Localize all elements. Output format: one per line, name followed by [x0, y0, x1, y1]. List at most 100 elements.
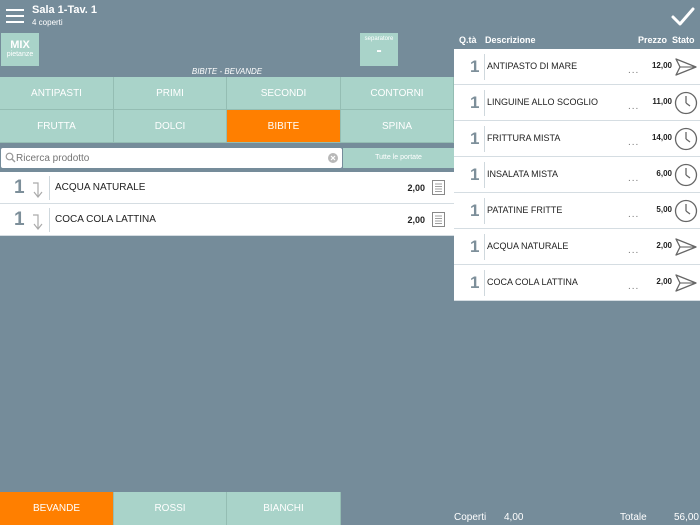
row-divider: [484, 90, 485, 116]
search-input[interactable]: [16, 149, 321, 167]
product-price: 2,00: [407, 183, 425, 193]
more-options-icon[interactable]: ...: [628, 245, 639, 256]
mix-dishes-button[interactable]: MIX pietanze: [1, 33, 39, 66]
product-row[interactable]: 1 ACQUA NATURALE 2,00: [0, 172, 454, 204]
order-header: Q.tà Descrizione Prezzo Stato: [454, 33, 700, 48]
order-list: 1 ANTIPASTO DI MARE... 12,00 1 LINGUINE ALLO…: [454, 49, 700, 301]
more-options-icon[interactable]: ...: [628, 281, 639, 292]
sent-icon: [675, 238, 697, 256]
order-qty: 1: [470, 201, 480, 220]
note-icon[interactable]: [432, 180, 445, 195]
more-options-icon[interactable]: ...: [628, 173, 639, 184]
order-row[interactable]: 1 INSALATA MISTA... 6,00: [454, 157, 700, 193]
order-qty: 1: [470, 237, 480, 256]
tab-rossi[interactable]: ROSSI: [114, 492, 227, 525]
mix-label: MIX: [10, 39, 30, 51]
top-bar: Sala 1-Tav. 1 4 coperti: [0, 0, 700, 33]
order-row[interactable]: 1 ANTIPASTO DI MARE... 12,00: [454, 49, 700, 85]
product-qty: 1: [14, 209, 25, 230]
row-divider: [484, 162, 485, 188]
clock-icon: [674, 199, 698, 223]
category-contorni[interactable]: CONTORNI: [341, 77, 454, 110]
order-item-name: PATATINE FRITTE: [487, 205, 563, 215]
category-title: BIBITE - BEVANDE: [191, 67, 263, 76]
order-qty: 1: [470, 273, 480, 292]
product-name: ACQUA NATURALE: [55, 182, 146, 193]
more-options-icon[interactable]: ...: [628, 209, 639, 220]
add-arrow-icon: [33, 214, 43, 230]
order-header-qty: Q.tà: [459, 35, 477, 45]
category-dolci[interactable]: DOLCI: [114, 110, 227, 143]
product-qty: 1: [14, 177, 25, 198]
order-row[interactable]: 1 LINGUINE ALLO SCOGLIO... 11,00: [454, 85, 700, 121]
course-tabs: BEVANDE ROSSI BIANCHI: [0, 492, 454, 525]
row-divider: [484, 126, 485, 152]
order-qty: 1: [470, 129, 480, 148]
order-item-name: ACQUA NATURALE: [487, 241, 569, 251]
product-price: 2,00: [407, 215, 425, 225]
row-divider: [49, 208, 50, 232]
search-icon: [5, 152, 16, 163]
order-qty: 1: [470, 165, 480, 184]
order-item-price: 11,00: [652, 97, 672, 106]
order-row[interactable]: 1 COCA COLA LATTINA... 2,00: [454, 265, 700, 301]
order-item-price: 5,00: [656, 205, 672, 214]
clock-icon: [674, 91, 698, 115]
sent-icon: [675, 58, 697, 76]
row-divider: [484, 54, 485, 80]
product-list: 1 ACQUA NATURALE 2,00 1 COCA COLA LATTIN…: [0, 172, 454, 236]
hamburger-menu-icon[interactable]: [6, 9, 24, 23]
more-options-icon[interactable]: ...: [628, 137, 639, 148]
table-title: Sala 1-Tav. 1: [32, 4, 98, 16]
category-antipasti[interactable]: ANTIPASTI: [0, 77, 114, 110]
order-item-name: LINGUINE ALLO SCOGLIO: [487, 97, 599, 107]
row-divider: [484, 198, 485, 224]
more-options-icon[interactable]: ...: [628, 101, 639, 112]
clock-icon: [674, 127, 698, 151]
row-divider: [49, 176, 50, 200]
order-row[interactable]: 1 PATATINE FRITTE... 5,00: [454, 193, 700, 229]
covers-label: Coperti: [454, 512, 487, 523]
category-spina[interactable]: SPINA: [341, 110, 454, 143]
order-item-price: 2,00: [656, 241, 672, 250]
clock-icon: [674, 163, 698, 187]
category-primi[interactable]: PRIMI: [114, 77, 227, 110]
category-bibite[interactable]: BIBITE: [227, 110, 341, 143]
covers-value: 4,00: [504, 512, 524, 523]
row-divider: [484, 270, 485, 296]
mix-sublabel: pietanze: [6, 51, 34, 58]
product-name: COCA COLA LATTINA: [55, 214, 156, 225]
tab-bevande[interactable]: BEVANDE: [0, 492, 114, 525]
order-item-price: 2,00: [656, 277, 672, 286]
order-header-price: Prezzo: [638, 35, 668, 45]
order-item-name: INSALATA MISTA: [487, 169, 559, 179]
category-frutta[interactable]: FRUTTA: [0, 110, 114, 143]
separator-button[interactable]: separatore -: [360, 33, 398, 66]
add-arrow-icon: [33, 182, 43, 198]
order-item-price: 6,00: [656, 169, 672, 178]
separator-value: -: [376, 42, 382, 59]
more-options-icon[interactable]: ...: [628, 65, 639, 76]
totals-bar: Coperti 4,00 Totale 56,00: [454, 511, 700, 525]
row-divider: [484, 234, 485, 260]
search-box: [1, 148, 342, 168]
product-row[interactable]: 1 COCA COLA LATTINA 2,00: [0, 204, 454, 236]
clear-search-icon[interactable]: [328, 153, 338, 163]
order-header-status: Stato: [672, 35, 695, 45]
order-qty: 1: [470, 57, 480, 76]
order-item-price: 12,00: [651, 61, 672, 70]
order-row[interactable]: 1 ACQUA NATURALE... 2,00: [454, 229, 700, 265]
total-value: 56,00: [673, 512, 699, 523]
category-secondi[interactable]: SECONDI: [227, 77, 341, 110]
order-header-desc: Descrizione: [485, 35, 536, 45]
note-icon[interactable]: [432, 212, 445, 227]
all-courses-button[interactable]: Tutte le portate: [343, 148, 454, 168]
order-qty: 1: [470, 93, 480, 112]
order-row[interactable]: 1 FRITTURA MISTA... 14,00: [454, 121, 700, 157]
covers-count: 4 coperti: [32, 18, 63, 27]
total-label: Totale: [620, 512, 647, 523]
tab-bianchi[interactable]: BIANCHI: [227, 492, 341, 525]
order-item-price: 14,00: [651, 133, 672, 142]
order-item-name: COCA COLA LATTINA: [487, 277, 578, 287]
checkmark-icon[interactable]: [670, 6, 696, 28]
